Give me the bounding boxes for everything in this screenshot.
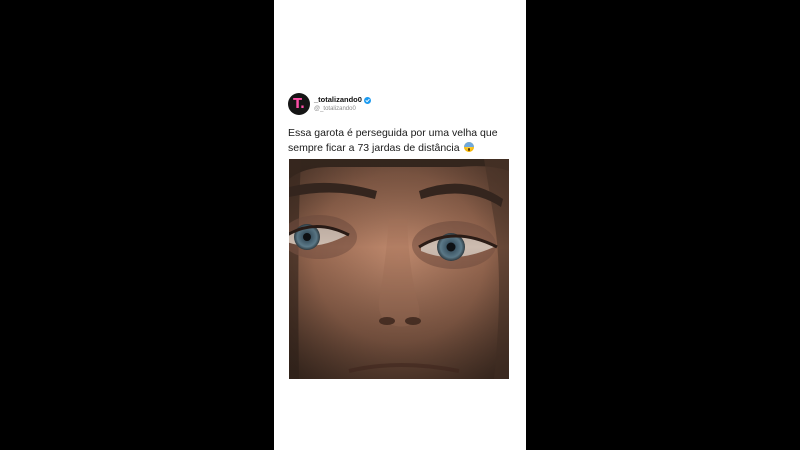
avatar-initial: T. (293, 96, 305, 112)
author-block: _totalizando0 @_totalizando0 (314, 96, 371, 112)
verified-badge-icon (363, 96, 371, 104)
post-text-line-1: Essa garota é perseguida por uma velha q… (288, 127, 498, 139)
post-text-line-2: sempre ficar a 73 jardas de distância (288, 142, 460, 154)
post-text-line-2-wrap: sempre ficar a 73 jardas de distância (288, 141, 518, 156)
fearful-face-icon (463, 142, 474, 152)
post-text: Essa garota é perseguida por uma velha q… (288, 126, 518, 156)
name-row: _totalizando0 (314, 96, 371, 104)
handle[interactable]: @_totalizando0 (314, 106, 371, 112)
post-card: T. _totalizando0 @_totalizando0 Essa gar… (274, 0, 526, 450)
post-header: T. _totalizando0 @_totalizando0 (288, 93, 371, 115)
avatar[interactable]: T. (288, 93, 310, 115)
video-frame-image (289, 159, 509, 379)
video-player[interactable] (289, 159, 509, 379)
display-name[interactable]: _totalizando0 (314, 96, 362, 104)
